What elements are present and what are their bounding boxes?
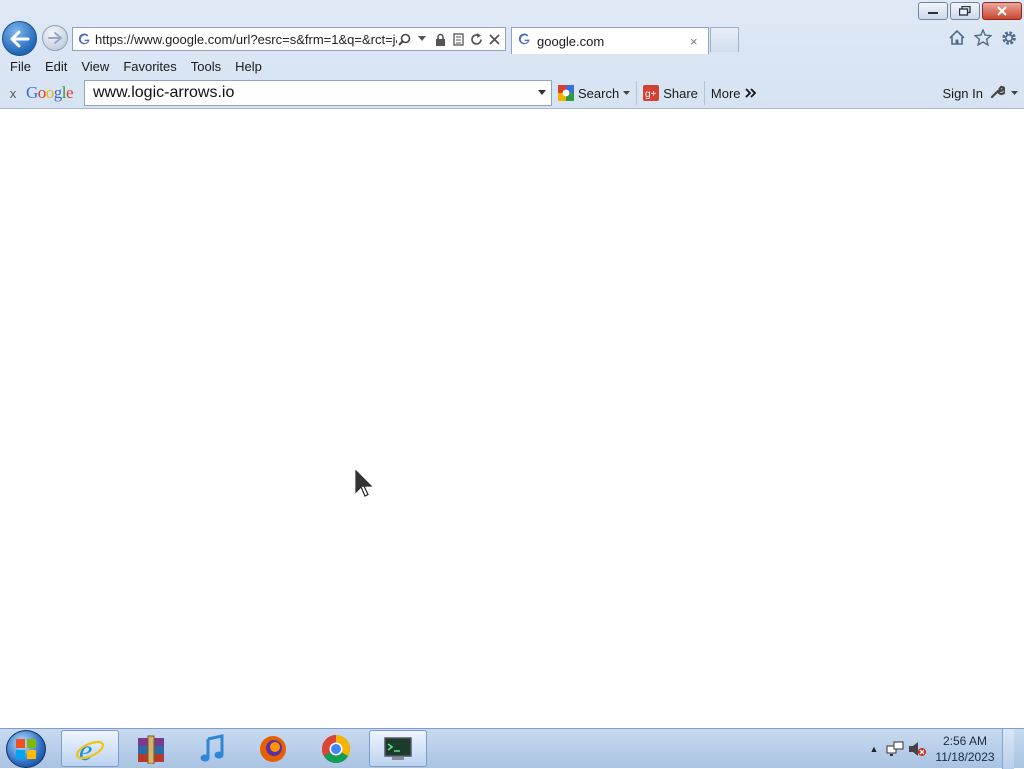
dropdown-icon[interactable] bbox=[415, 31, 429, 47]
menu-edit[interactable]: Edit bbox=[38, 59, 74, 74]
terminal-app-icon bbox=[384, 736, 412, 760]
chevron-down-icon[interactable] bbox=[1011, 90, 1018, 96]
address-url[interactable]: https://www.google.com/url?esrc=s&frm=1&… bbox=[95, 32, 397, 47]
tab-google[interactable]: google.com × bbox=[511, 27, 709, 54]
menu-help[interactable]: Help bbox=[228, 59, 269, 74]
volume-muted-icon[interactable] bbox=[906, 741, 928, 757]
svg-text:g+: g+ bbox=[645, 89, 657, 100]
toolbar-more-button[interactable]: More bbox=[705, 81, 763, 105]
toolbar-signin: Sign In bbox=[943, 84, 1024, 103]
gear-icon[interactable] bbox=[999, 28, 1018, 47]
wrench-icon[interactable] bbox=[989, 84, 1007, 103]
taskbar-terminal-app[interactable] bbox=[369, 730, 427, 767]
windows-logo-icon bbox=[16, 739, 36, 759]
forward-button[interactable] bbox=[42, 25, 68, 51]
start-button[interactable] bbox=[6, 730, 46, 768]
close-icon bbox=[997, 6, 1007, 16]
clock-date: 11/18/2023 bbox=[935, 750, 995, 764]
back-arrow-icon bbox=[10, 30, 29, 47]
close-window-button[interactable] bbox=[982, 2, 1022, 20]
chrome-icon bbox=[322, 734, 350, 763]
restore-button[interactable] bbox=[950, 2, 980, 20]
toolbar-share-label: Share bbox=[663, 85, 698, 101]
taskbar-clock[interactable]: 2:56 AM 11/18/2023 bbox=[928, 733, 1002, 765]
google-logo: Google bbox=[26, 83, 74, 102]
system-tray: ▲ 2:56 AM 11/18/2023 bbox=[864, 729, 1024, 769]
page-content-area[interactable] bbox=[0, 110, 1024, 728]
internet-explorer-icon: e bbox=[75, 734, 105, 765]
google-toolbar: x Google Search g+ Share More Sign In bbox=[0, 78, 1024, 108]
toolbar-search-box[interactable] bbox=[84, 80, 552, 106]
minimize-icon bbox=[928, 12, 938, 14]
lock-icon[interactable] bbox=[433, 31, 447, 47]
chevron-down-icon bbox=[623, 90, 631, 95]
clock-time: 2:56 AM bbox=[942, 734, 988, 748]
show-hidden-icons-button[interactable]: ▲ bbox=[864, 744, 884, 754]
taskbar-winrar[interactable] bbox=[122, 730, 180, 767]
menu-bar: File Edit View Favorites Tools Help bbox=[0, 55, 1024, 77]
toolbar-more-label: More bbox=[710, 85, 741, 101]
mouse-cursor-icon bbox=[355, 470, 373, 497]
minimize-button[interactable] bbox=[918, 2, 948, 20]
winrar-icon bbox=[138, 735, 164, 764]
google-favicon-icon bbox=[73, 32, 95, 46]
itunes-icon bbox=[200, 733, 224, 761]
command-icons bbox=[947, 28, 1018, 47]
signin-link[interactable]: Sign In bbox=[943, 86, 983, 101]
firefox-icon bbox=[260, 735, 286, 762]
google-search-icon bbox=[558, 85, 574, 101]
browser-chrome: https://www.google.com/url?esrc=s&frm=1&… bbox=[0, 0, 1024, 109]
show-desktop-button[interactable] bbox=[1002, 729, 1014, 769]
new-tab-button[interactable] bbox=[710, 27, 739, 52]
taskbar-firefox[interactable] bbox=[244, 730, 302, 767]
window-controls bbox=[918, 2, 1022, 20]
address-bar[interactable]: https://www.google.com/url?esrc=s&frm=1&… bbox=[72, 27, 506, 51]
menu-favorites[interactable]: Favorites bbox=[116, 59, 183, 74]
tab-title: google.com bbox=[537, 33, 605, 49]
taskbar-itunes[interactable] bbox=[183, 730, 241, 767]
taskbar-internet-explorer[interactable]: e bbox=[61, 730, 119, 767]
toolbar-share-button[interactable]: g+ Share bbox=[637, 81, 704, 105]
address-tools bbox=[397, 31, 505, 47]
search-dropdown-icon[interactable] bbox=[533, 90, 551, 96]
toolbar-search-label: Search bbox=[578, 85, 620, 101]
home-icon[interactable] bbox=[947, 28, 966, 47]
toolbar-search-button[interactable]: Search bbox=[552, 81, 636, 105]
double-chevron-right-icon bbox=[744, 88, 756, 98]
search-icon[interactable] bbox=[397, 31, 411, 47]
google-plus-icon: g+ bbox=[643, 85, 660, 101]
taskbar-chrome[interactable] bbox=[307, 730, 365, 767]
network-icon[interactable] bbox=[884, 741, 906, 757]
compat-view-icon[interactable] bbox=[451, 31, 465, 47]
back-button[interactable] bbox=[2, 21, 37, 56]
forward-arrow-icon bbox=[48, 32, 62, 44]
toolbar-search-input[interactable] bbox=[91, 83, 533, 103]
google-favicon-icon bbox=[518, 33, 531, 49]
toolbar-close-button[interactable]: x bbox=[0, 86, 26, 101]
menu-file[interactable]: File bbox=[3, 59, 38, 74]
taskbar: e ▲ 2:56 AM 11/18/2023 bbox=[0, 728, 1024, 769]
restore-icon bbox=[959, 6, 971, 16]
favorites-star-icon[interactable] bbox=[973, 28, 992, 47]
menu-tools[interactable]: Tools bbox=[184, 59, 228, 74]
tab-close-button[interactable]: × bbox=[690, 34, 708, 49]
menu-view[interactable]: View bbox=[74, 59, 116, 74]
refresh-icon[interactable] bbox=[469, 31, 483, 47]
stop-icon[interactable] bbox=[487, 31, 501, 47]
